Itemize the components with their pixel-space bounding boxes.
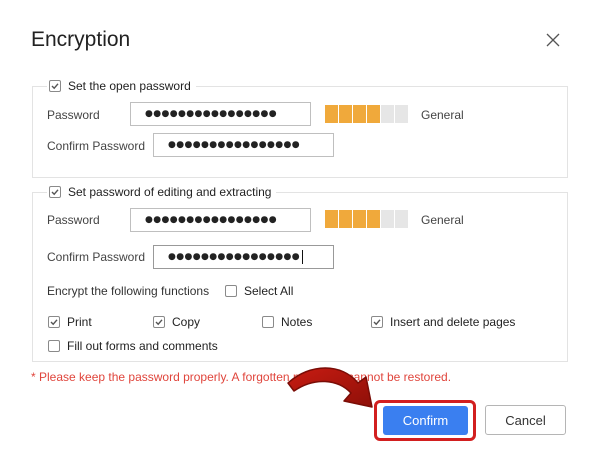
edit-password-checkbox[interactable]: Set password of editing and extracting	[49, 185, 271, 199]
edit-password-strength-meter	[325, 210, 409, 228]
open-password-field-label: Password	[47, 108, 100, 122]
open-confirm-value: ●●●●●●●●●●●●●●●●	[168, 140, 301, 150]
open-password-checkbox[interactable]: Set the open password	[49, 79, 191, 93]
copy-checkbox[interactable]: Copy	[153, 315, 200, 329]
insert-delete-pages-checkbox[interactable]: Insert and delete pages	[371, 315, 515, 329]
edit-password-value: ●●●●●●●●●●●●●●●●	[145, 215, 278, 225]
edit-confirm-value: ●●●●●●●●●●●●●●●●	[168, 252, 301, 262]
confirm-button[interactable]: Confirm	[383, 406, 468, 435]
open-password-input[interactable]: ●●●●●●●●●●●●●●●●	[130, 102, 311, 126]
fill-forms-checkbox[interactable]: Fill out forms and comments	[48, 339, 218, 353]
print-label: Print	[67, 315, 92, 329]
open-password-group	[32, 86, 568, 178]
select-all-label: Select All	[244, 284, 294, 298]
copy-label: Copy	[172, 315, 201, 329]
close-icon[interactable]	[543, 30, 563, 50]
edit-password-field-label: Password	[47, 213, 100, 227]
text-cursor	[302, 250, 304, 264]
dialog-title: Encryption	[31, 28, 131, 51]
notes-checkbox[interactable]: Notes	[262, 315, 312, 329]
edit-password-label: Set password of editing and extracting	[68, 185, 272, 199]
insert-delete-pages-label: Insert and delete pages	[390, 315, 516, 329]
cancel-button[interactable]: Cancel	[485, 405, 566, 435]
print-checkbox[interactable]: Print	[48, 315, 92, 329]
open-confirm-input[interactable]: ●●●●●●●●●●●●●●●●	[153, 133, 334, 157]
fill-forms-label: Fill out forms and comments	[67, 339, 218, 353]
open-password-strength-text: General	[421, 108, 464, 122]
annotation-arrow-icon	[287, 367, 373, 408]
open-password-label: Set the open password	[68, 79, 191, 93]
notes-label: Notes	[281, 315, 313, 329]
edit-password-input[interactable]: ●●●●●●●●●●●●●●●●	[130, 208, 311, 232]
edit-confirm-input[interactable]: ●●●●●●●●●●●●●●●●	[153, 245, 334, 269]
edit-password-legend: Set password of editing and extracting	[47, 184, 277, 200]
select-all-checkbox[interactable]: Select All	[225, 284, 293, 298]
open-password-strength-meter	[325, 105, 409, 123]
edit-password-strength-text: General	[421, 213, 464, 227]
edit-confirm-field-label: Confirm Password	[47, 250, 146, 264]
open-password-value: ●●●●●●●●●●●●●●●●	[145, 109, 278, 119]
open-confirm-field-label: Confirm Password	[47, 139, 146, 153]
encrypt-functions-label: Encrypt the following functions	[47, 284, 210, 298]
open-password-legend: Set the open password	[47, 78, 196, 94]
